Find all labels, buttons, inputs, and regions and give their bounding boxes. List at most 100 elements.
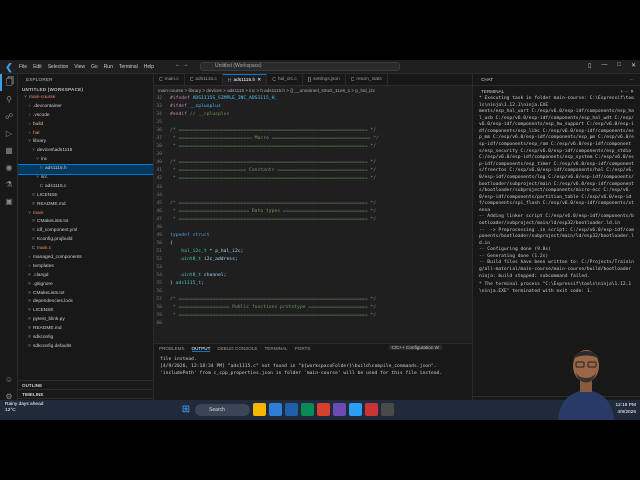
tree-item[interactable]: ˅ src	[18, 174, 153, 183]
editor-tab[interactable]: {} settings.json	[303, 74, 346, 85]
code-line[interactable]: 50 {	[154, 240, 472, 248]
tree-item[interactable]: ˅ main-course	[18, 94, 153, 103]
sidebar-section-timeline[interactable]: TIMELINE	[18, 389, 153, 398]
workspace-title[interactable]: UNTITLED (WORKSPACE)	[18, 85, 153, 94]
code-line[interactable]: 47 * ===================================…	[154, 216, 472, 224]
code-line[interactable]: 54 uint8_t channel;	[154, 272, 472, 280]
menu-help[interactable]: Help	[144, 64, 154, 70]
tree-item[interactable]: ≡ .gitignore	[18, 281, 153, 290]
tree-item[interactable]: ˅ devices\ads1115	[18, 147, 153, 156]
panel-tab-debug-console[interactable]: DEBUG CONSOLE	[217, 346, 257, 351]
code-line[interactable]: 38 * ===================================…	[154, 143, 472, 151]
teams-icon[interactable]	[333, 403, 346, 416]
panel-tab-ports[interactable]: PORTS	[295, 346, 311, 351]
command-center-search[interactable]: Untitled (Workspace)	[200, 62, 400, 71]
tree-item[interactable]: › hal	[18, 130, 153, 139]
code-line[interactable]: 55} ads1115_t;	[154, 280, 472, 288]
tree-item[interactable]: › .vscode	[18, 112, 153, 121]
layout-icon[interactable]: ▯	[588, 62, 591, 69]
minimize-icon[interactable]: —	[601, 62, 607, 69]
edge-icon[interactable]	[301, 403, 314, 416]
code-line[interactable]: 59 * ===================================…	[154, 312, 472, 320]
tree-item[interactable]: ≡ LICENSE	[18, 307, 153, 316]
app-icon[interactable]	[365, 403, 378, 416]
maximize-icon[interactable]: □	[617, 62, 621, 69]
tree-item[interactable]: › templates	[18, 263, 153, 272]
more-icon[interactable]: ⋯	[629, 74, 634, 85]
menu-terminal[interactable]: Terminal	[119, 64, 138, 70]
tree-item[interactable]: ˅ library	[18, 138, 153, 147]
tree-item[interactable]: Cads1115.c	[18, 183, 153, 192]
code-line[interactable]: 52 uint8_t i2c_address;	[154, 256, 472, 264]
account-icon[interactable]: ☺	[0, 371, 18, 388]
editor-tab[interactable]: Creturn_stats	[346, 74, 388, 85]
editor-tab[interactable]: Chal_i2c.c	[267, 74, 303, 85]
code-line[interactable]: 39	[154, 151, 472, 159]
panel-tab-terminal[interactable]: TERMINAL	[265, 346, 288, 351]
tree-item[interactable]: › build	[18, 121, 153, 130]
terminal-output[interactable]: * Executing task in folder main-course: …	[473, 96, 640, 280]
code-line[interactable]: 32 #ifndef ADS1115S_SIMPLE_INC_ADS1115_H_	[154, 95, 472, 103]
tree-item[interactable]: ≡ LICENSE	[18, 192, 153, 201]
code-line[interactable]: 40 /* ===================================…	[154, 159, 472, 167]
output-channel-select[interactable]: C/C++ Configuration W	[388, 345, 442, 350]
code-line[interactable]: 51 hal_i2c_t * p_hal_i2c;	[154, 248, 472, 256]
code-line[interactable]: 60	[154, 320, 472, 328]
chrome-icon[interactable]	[317, 403, 330, 416]
editor-tab[interactable]: Cmain.c	[154, 74, 185, 85]
tree-item[interactable]: ≡ idf_component.yml	[18, 227, 153, 236]
source-control-icon[interactable]: ☍	[0, 108, 18, 125]
editor-tab[interactable]: Hads1115.h ✕	[222, 74, 268, 86]
search-icon[interactable]: ⚲	[0, 91, 18, 108]
explorer-icon[interactable]: 🗍	[0, 74, 18, 91]
tree-item[interactable]: ≡ CMakeLists.txt	[18, 218, 153, 227]
code-line[interactable]: 48	[154, 224, 472, 232]
esp-idf-icon[interactable]: ◉	[0, 159, 18, 176]
code-line[interactable]: 37 * ========================== Macro ==…	[154, 135, 472, 143]
taskbar-search[interactable]: Search	[195, 404, 250, 416]
outlook-icon[interactable]	[349, 403, 362, 416]
menu-go[interactable]: Go	[91, 64, 98, 70]
store-icon[interactable]	[285, 403, 298, 416]
code-line[interactable]: 36 /* ===================================…	[154, 127, 472, 135]
file-explorer-icon[interactable]	[253, 403, 266, 416]
sidebar-section-outline[interactable]: OUTLINE	[18, 380, 153, 389]
tree-item[interactable]: ≡ .clangd	[18, 272, 153, 281]
panel-tab-problems[interactable]: PROBLEMS	[159, 346, 185, 351]
menu-run[interactable]: Run	[104, 64, 113, 70]
code-line[interactable]: 53	[154, 264, 472, 272]
tree-item[interactable]: › managed_components	[18, 254, 153, 263]
code-line[interactable]: 46 * ========================= Data type…	[154, 208, 472, 216]
nav-arrows-icon[interactable]: ← →	[175, 62, 189, 68]
code-line[interactable]: 56	[154, 288, 472, 296]
tree-item[interactable]: ≡ CMakeLists.txt	[18, 290, 153, 299]
tree-item[interactable]: ≡ README.md	[18, 325, 153, 334]
panel-tab-output[interactable]: OUTPUT	[191, 346, 211, 352]
code-editor[interactable]: 32 #ifndef ADS1115S_SIMPLE_INC_ADS1115_H_…	[154, 95, 472, 328]
menu-view[interactable]: View	[74, 64, 85, 70]
tree-item[interactable]: ≡ Kconfig.projbuild	[18, 236, 153, 245]
code-line[interactable]: 35	[154, 119, 472, 127]
code-line[interactable]: 57 /* ===================================…	[154, 296, 472, 304]
windows-start-icon[interactable]: ⊞	[180, 404, 192, 416]
code-line[interactable]: 33 #ifdef __cplusplus	[154, 103, 472, 111]
testing-icon[interactable]: ⚗	[0, 176, 18, 193]
close-tab-icon[interactable]: ✕	[257, 75, 261, 86]
tree-item[interactable]: Cmain.c	[18, 245, 153, 254]
vscode-taskbar-icon[interactable]	[269, 403, 282, 416]
code-line[interactable]: 45 /* ===================================…	[154, 200, 472, 208]
tree-item[interactable]: ˅ inc	[18, 156, 153, 165]
tree-item[interactable]: ≡ sdkconfig.defaults	[18, 343, 153, 352]
weather-widget[interactable]: Rainy days ahead 12°C	[5, 402, 43, 414]
code-line[interactable]: 49 typedef struct	[154, 232, 472, 240]
tree-item[interactable]: ≡ pytest_blink.py	[18, 316, 153, 325]
extensions-icon[interactable]: ▦	[0, 142, 18, 159]
terminal-app-icon[interactable]	[381, 403, 394, 416]
code-line[interactable]: 58 * ================== Public functions…	[154, 304, 472, 312]
tree-item[interactable]: h ads1115.h	[18, 164, 153, 176]
menu-file[interactable]: File	[19, 64, 27, 70]
tree-item[interactable]: ≡ sdkconfig	[18, 334, 153, 343]
terminal-actions-icon[interactable]: + ⋯ ✕	[620, 86, 634, 96]
breadcrumb[interactable]: main-course > library > devices > ads111…	[154, 86, 472, 95]
code-line[interactable]: 41 * ======================== Constants …	[154, 167, 472, 175]
